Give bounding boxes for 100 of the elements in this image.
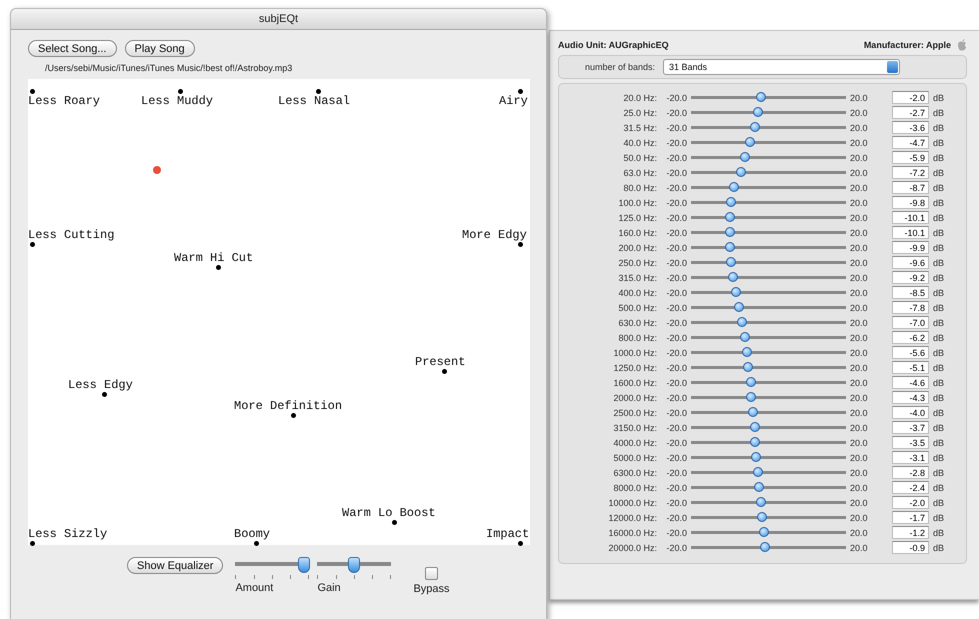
position-marker[interactable] [153,166,161,174]
show-equalizer-button[interactable]: Show Equalizer [127,557,224,574]
gain-field[interactable]: -8.7 [892,181,929,194]
eq-point[interactable] [30,541,35,546]
bypass-checkbox[interactable] [424,567,438,580]
gain-field[interactable]: -2.7 [892,106,929,119]
slider-knob[interactable] [750,122,760,132]
frequency-label: 1250.0 Hz: [612,362,657,372]
eq-point[interactable] [30,242,35,247]
slider-thumb[interactable] [298,557,310,573]
gain-field[interactable]: -7.0 [892,316,929,329]
gain-field[interactable]: -5.1 [892,361,929,374]
slider-knob[interactable] [726,197,736,207]
gain-field[interactable]: -7.8 [892,301,929,314]
slider-knob[interactable] [746,392,756,402]
gain-field[interactable]: -8.5 [892,286,929,299]
max-label: 20.0 [850,332,869,342]
bands-dropdown[interactable]: 31 Bands [663,59,900,75]
frequency-label: 1600.0 Hz: [612,378,657,388]
frequency-label: 125.0 Hz: [617,212,657,222]
gain-field[interactable]: -4.6 [892,376,929,389]
eq-point[interactable] [291,413,296,418]
slider-knob[interactable] [743,362,754,372]
gain-field[interactable]: -7.2 [892,166,929,179]
slider-knob[interactable] [754,482,764,492]
gain-field[interactable]: -9.6 [892,256,929,269]
slider-knob[interactable] [756,92,766,102]
slider-knob[interactable] [744,137,755,147]
eq-point[interactable] [30,89,35,94]
eq-point-label: Airy [499,95,528,108]
slider-knob[interactable] [724,227,735,237]
slider-knob[interactable] [748,407,758,417]
slider-knob[interactable] [752,467,763,477]
eq-point[interactable] [518,242,523,247]
slider-knob[interactable] [726,257,736,267]
gain-field[interactable]: -2.4 [892,481,929,494]
frequency-label: 80.0 Hz: [622,182,657,192]
slider-knob[interactable] [756,497,766,507]
max-label: 20.0 [850,318,869,328]
slider-knob[interactable] [750,437,760,447]
eq-space-canvas[interactable]: Less Roary Less Muddy Less Nasal Airy Less Cutting More Edgy Warm Hi Cut Present Less Edgy More Definition Warm Lo Boost Less Sizzly Boomy Impact [28,79,530,545]
slider-knob[interactable] [740,152,750,162]
unit-label: dB [933,122,944,132]
eq-point[interactable] [518,541,523,546]
gain-field[interactable]: -10.1 [892,211,929,224]
eq-point[interactable] [316,89,321,94]
gain-field[interactable]: -9.8 [892,196,929,209]
select-song-button[interactable]: Select Song... [28,40,116,57]
slider-knob[interactable] [730,287,741,297]
slider-knob[interactable] [751,452,762,462]
gain-field[interactable]: -0.9 [892,541,929,554]
gain-field[interactable]: -5.9 [892,151,929,164]
frequency-label: 40.0 Hz: [622,138,657,148]
gain-field[interactable]: -3.5 [892,436,929,449]
gain-field[interactable]: -2.0 [892,91,929,104]
eq-point[interactable] [442,369,447,374]
gain-field[interactable]: -2.8 [892,466,929,479]
eq-point[interactable] [518,89,523,94]
slider-knob[interactable] [757,512,768,522]
gain-field[interactable]: -1.7 [892,511,929,524]
min-label: -20.0 [665,482,687,492]
gain-field[interactable]: -1.2 [892,526,929,539]
unit-label: dB [933,498,944,508]
gain-field[interactable]: -3.7 [892,421,929,434]
gain-field[interactable]: -3.6 [892,121,929,134]
slider-knob[interactable] [758,527,769,537]
gain-field[interactable]: -9.9 [892,241,929,254]
slider-knob[interactable] [729,182,740,192]
gain-field[interactable]: -3.1 [892,451,929,464]
slider-knob[interactable] [746,377,756,387]
gain-field[interactable]: -6.2 [892,331,929,344]
eq-point[interactable] [392,520,397,525]
gain-field[interactable]: -9.2 [892,271,929,284]
slider-knob[interactable] [728,272,738,282]
slider-knob[interactable] [740,332,750,342]
gain-field[interactable]: -2.0 [892,496,929,509]
max-label: 20.0 [850,362,869,372]
eq-point[interactable] [102,392,107,397]
eq-point[interactable] [254,541,259,546]
gain-field[interactable]: -4.0 [892,406,929,419]
slider-knob[interactable] [737,317,748,327]
gain-field[interactable]: -5.6 [892,346,929,359]
slider-knob[interactable] [752,107,763,117]
slider-knob[interactable] [750,422,760,432]
slider-thumb[interactable] [348,557,360,573]
unit-label: dB [933,512,944,522]
slider-knob[interactable] [760,542,770,552]
eq-point[interactable] [216,265,221,270]
gain-field[interactable]: -4.3 [892,391,929,404]
gain-field[interactable]: -10.1 [892,226,929,239]
frequency-label: 160.0 Hz: [617,228,657,238]
slider-knob[interactable] [734,302,744,312]
eq-point-label: Less Nasal [278,95,350,108]
gain-field[interactable]: -4.7 [892,136,929,149]
slider-knob[interactable] [724,242,735,252]
slider-knob[interactable] [724,212,735,222]
play-song-button[interactable]: Play Song [124,40,195,57]
eq-point[interactable] [178,89,183,94]
slider-knob[interactable] [736,167,746,177]
slider-knob[interactable] [742,347,752,357]
